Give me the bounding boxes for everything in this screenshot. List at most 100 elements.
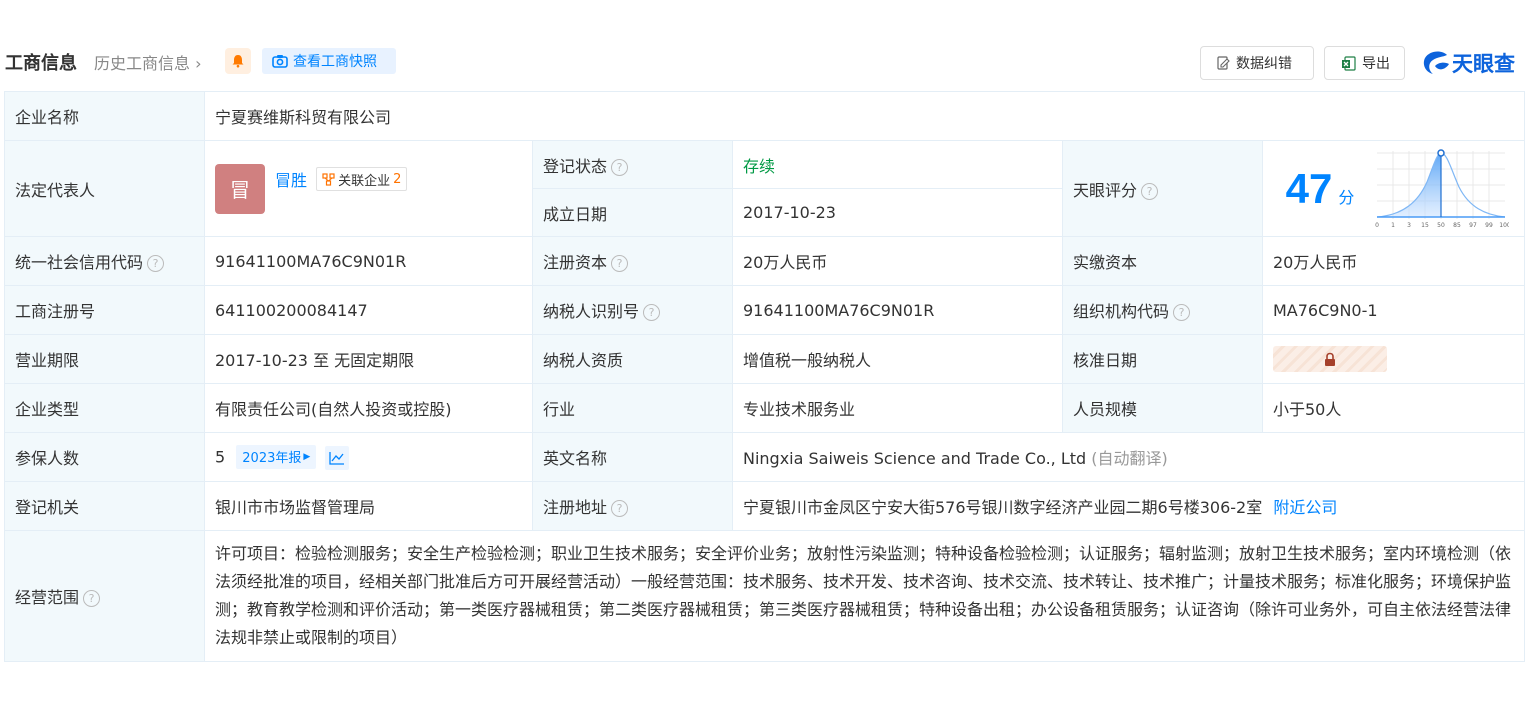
taxpayer-qual-label: 纳税人资质 (532, 334, 733, 384)
org-code-value: MA76C9N0-1 (1261, 285, 1526, 335)
insured-value: 5 (215, 447, 226, 466)
credit-code-label: 统一社会信用代码? (4, 236, 205, 286)
insured-cell: 5 2023年报 ▶ (204, 432, 533, 482)
reg-address-label: 注册地址? (532, 481, 733, 531)
help-icon[interactable]: ? (611, 255, 629, 272)
help-icon[interactable]: ? (1173, 304, 1191, 321)
score-unit: 分 (1338, 187, 1355, 207)
tianyan-score-label: 天眼评分? (1062, 140, 1263, 237)
taxpayer-qual-value: 增值税一般纳税人 (732, 334, 1063, 384)
org-code-label-text: 组织机构代码 (1073, 302, 1170, 321)
table-row: 营业期限 2017-10-23 至 无固定期限 纳税人资质 增值税一般纳税人 核… (4, 334, 1526, 384)
paid-capital-value: 20万人民币 (1261, 236, 1526, 286)
auto-translate-note: (自动翻译) (1091, 449, 1168, 468)
company-name-value: 宁夏赛维斯科贸有限公司 (203, 91, 1526, 141)
history-link[interactable]: 历史工商信息 › (94, 50, 202, 74)
reg-status-value: 存续 (732, 140, 1063, 189)
taxpayer-id-label: 纳税人识别号? (532, 285, 733, 335)
approve-date-label: 核准日期 (1062, 334, 1263, 384)
vip-locked-value[interactable] (1273, 346, 1387, 372)
found-date-label: 成立日期 (532, 188, 733, 237)
excel-icon (1342, 55, 1356, 71)
table-row: 经营范围? 许可项目：检验检测服务；安全生产检验检测；职业卫生技术服务；安全评价… (4, 530, 1526, 662)
reg-capital-label-text: 注册资本 (543, 253, 608, 272)
section-header: 工商信息 历史工商信息 › 查看工商快照 数据纠错 导出 天眼查 (0, 44, 1534, 80)
history-link-label: 历史工商信息 (94, 54, 191, 73)
help-icon[interactable]: ? (643, 304, 661, 321)
reg-number-label: 工商注册号 (4, 285, 205, 335)
reg-status-label-text: 登记状态 (543, 156, 608, 176)
paid-capital-label: 实缴资本 (1062, 236, 1263, 286)
chevron-right-icon: › (195, 54, 202, 73)
snapshot-label: 查看工商快照 (293, 54, 377, 70)
table-row: 法定代表人 冒 冒胜 关联企业 2 登记状态? 存续 天眼评分? 47 分 0 … (4, 140, 1526, 237)
bell-icon (232, 55, 244, 68)
table-row: 企业名称 宁夏赛维斯科贸有限公司 (4, 91, 1526, 141)
english-name-label: 英文名称 (532, 432, 733, 482)
avatar[interactable]: 冒 (215, 163, 265, 214)
help-icon[interactable]: ? (83, 590, 101, 607)
score-value: 47 (1285, 164, 1333, 212)
annual-report-button[interactable]: 2023年报 ▶ (236, 444, 317, 469)
data-correction-button[interactable]: 数据纠错 (1200, 46, 1314, 80)
related-companies-button[interactable]: 关联企业 2 (316, 167, 408, 191)
trend-chart-button[interactable] (325, 445, 350, 470)
approve-date-value (1261, 334, 1526, 384)
camera-icon (272, 55, 288, 68)
nearby-companies-link[interactable]: 附近公司 (1273, 498, 1337, 517)
english-name-value: Ningxia Saiweis Science and Trade Co., L… (743, 449, 1087, 468)
score-axis-tick-label: 85 (1453, 222, 1461, 229)
score-distribution-chart: 0 1 3 15 50 85 97 99 100 (1375, 148, 1509, 229)
term-value: 2017-10-23 至 无固定期限 (204, 334, 533, 384)
found-date-value: 2017-10-23 (732, 188, 1063, 237)
reg-capital-value: 20万人民币 (732, 236, 1063, 286)
tianyan-score-label-text: 天眼评分 (1073, 180, 1138, 200)
relation-graph-icon (322, 172, 335, 186)
data-correction-label: 数据纠错 (1236, 56, 1292, 72)
score-axis-tick-label: 15 (1421, 222, 1429, 229)
term-label: 营业期限 (4, 334, 205, 384)
score-axis-tick-label: 50 (1437, 222, 1445, 229)
tianyancha-logo-icon (1423, 51, 1449, 74)
staff-size-label: 人员规模 (1062, 383, 1263, 433)
scope-label-text: 经营范围 (15, 588, 80, 607)
table-row: 登记机关 银川市市场监督管理局 注册地址? 宁夏银川市金凤区宁安大街576号银川… (4, 481, 1526, 531)
credit-code-label-text: 统一社会信用代码 (15, 253, 144, 272)
credit-code-value: 91641100MA76C9N01R (204, 236, 533, 286)
reg-authority-value: 银川市市场监督管理局 (204, 481, 533, 531)
business-info-table: 企业名称 宁夏赛维斯科贸有限公司 法定代表人 冒 冒胜 关联企业 2 登记状态?… (4, 91, 1526, 662)
follow-button[interactable] (225, 48, 251, 74)
section-title: 工商信息 (5, 53, 77, 74)
score-axis-tick-label: 0 (1375, 222, 1379, 229)
legal-rep-name-link[interactable]: 冒胜 (275, 171, 307, 190)
reg-address-cell: 宁夏银川市金凤区宁安大街576号银川数字经济产业园二期6号楼306-2室 附近公… (731, 481, 1526, 531)
score-axis-tick-label: 99 (1485, 222, 1493, 229)
company-type-value: 有限责任公司(自然人投资或控股) (204, 383, 533, 433)
help-icon[interactable]: ? (611, 500, 629, 517)
english-name-cell: Ningxia Saiweis Science and Trade Co., L… (731, 432, 1526, 482)
score-axis-tick-label: 97 (1469, 222, 1477, 229)
tianyan-score-cell[interactable]: 47 分 0 1 3 15 50 85 97 99 100 (1261, 140, 1526, 237)
insured-label: 参保人数 (4, 432, 205, 482)
scope-value: 许可项目：检验检测服务；安全生产检验检测；职业卫生技术服务；安全评价业务；放射性… (203, 530, 1526, 662)
tianyancha-logo: 天眼查 (1422, 48, 1515, 78)
taxpayer-id-value: 91641100MA76C9N01R (732, 285, 1063, 335)
reg-authority-label: 登记机关 (4, 481, 205, 531)
edit-doc-icon (1217, 56, 1230, 70)
reg-address-label-text: 注册地址 (543, 498, 608, 517)
export-button[interactable]: 导出 (1324, 46, 1405, 80)
lock-icon (1325, 352, 1335, 366)
taxpayer-id-label-text: 纳税人识别号 (543, 302, 640, 321)
legal-rep-label: 法定代表人 (4, 140, 205, 237)
trend-chart-icon (329, 451, 345, 465)
snapshot-button[interactable]: 查看工商快照 (262, 48, 396, 74)
help-icon[interactable]: ? (611, 158, 629, 176)
table-row: 工商注册号 641100200084147 纳税人识别号? 91641100MA… (4, 285, 1526, 335)
help-icon[interactable]: ? (147, 255, 165, 272)
legal-rep-cell: 冒 冒胜 关联企业 2 (204, 140, 533, 237)
staff-size-value: 小于50人 (1261, 383, 1526, 433)
reg-status-label: 登记状态? (532, 140, 733, 189)
caret-right-icon: ▶ (303, 451, 311, 462)
table-row: 参保人数 5 2023年报 ▶ 英文名称 Ningxia Saiweis Scie… (4, 432, 1526, 482)
help-icon[interactable]: ? (1141, 182, 1159, 200)
